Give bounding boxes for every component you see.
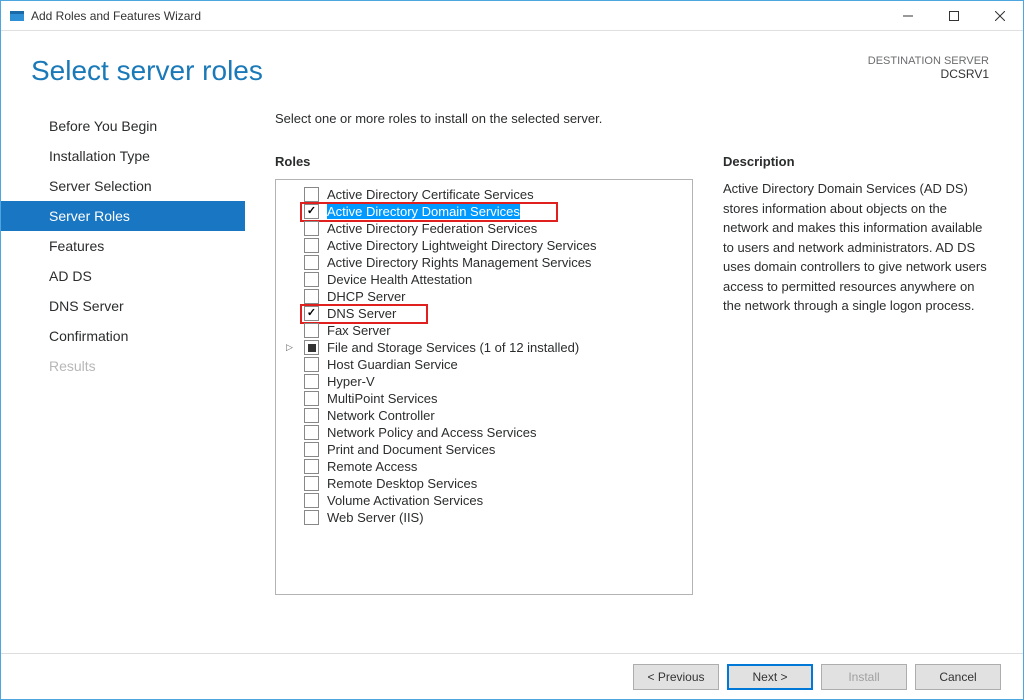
role-label: Hyper-V <box>327 374 375 389</box>
checkbox[interactable] <box>304 391 319 406</box>
checkbox[interactable] <box>304 357 319 372</box>
checkbox[interactable] <box>304 289 319 304</box>
role-label: Fax Server <box>327 323 391 338</box>
role-label: Web Server (IIS) <box>327 510 424 525</box>
next-button[interactable]: Next > <box>727 664 813 690</box>
checkbox[interactable] <box>304 510 319 525</box>
sidebar-item-results: Results <box>1 351 245 381</box>
role-item[interactable]: DHCP Server <box>278 288 690 305</box>
role-item[interactable]: DNS Server <box>278 305 690 322</box>
instruction: Select one or more roles to install on t… <box>275 111 1005 126</box>
roles-box: Active Directory Certificate Services Act… <box>275 179 693 595</box>
role-label: File and Storage Services (1 of 12 insta… <box>327 340 579 355</box>
checkbox[interactable] <box>304 442 319 457</box>
role-item[interactable]: Active Directory Lightweight Directory S… <box>278 237 690 254</box>
role-label: Remote Desktop Services <box>327 476 477 491</box>
role-label: DNS Server <box>327 306 396 321</box>
role-label: DHCP Server <box>327 289 406 304</box>
cancel-button[interactable]: Cancel <box>915 664 1001 690</box>
role-label: Print and Document Services <box>327 442 495 457</box>
role-item[interactable]: Remote Desktop Services <box>278 475 690 492</box>
role-item[interactable]: Active Directory Domain Services <box>278 203 690 220</box>
description-column: Description Active Directory Domain Serv… <box>723 154 993 653</box>
minimize-button[interactable] <box>885 1 931 31</box>
role-item[interactable]: MultiPoint Services <box>278 390 690 407</box>
checkbox[interactable] <box>304 476 319 491</box>
role-item[interactable]: Host Guardian Service <box>278 356 690 373</box>
checkbox[interactable] <box>304 238 319 253</box>
sidebar-item-ad-ds[interactable]: AD DS <box>1 261 245 291</box>
role-label: Active Directory Certificate Services <box>327 187 534 202</box>
install-button: Install <box>821 664 907 690</box>
roles-heading: Roles <box>275 154 693 169</box>
close-button[interactable] <box>977 1 1023 31</box>
sidebar-item-server-roles[interactable]: Server Roles <box>1 201 245 231</box>
checkbox[interactable] <box>304 204 319 219</box>
role-item[interactable]: Active Directory Rights Management Servi… <box>278 254 690 271</box>
roles-list[interactable]: Active Directory Certificate Services Act… <box>276 180 692 594</box>
description-text: Active Directory Domain Services (AD DS)… <box>723 179 993 316</box>
columns: Roles Active Directory Certificate Servi… <box>275 154 1005 653</box>
checkbox[interactable] <box>304 374 319 389</box>
expand-icon[interactable]: ▷ <box>286 342 293 353</box>
role-item[interactable]: Web Server (IIS) <box>278 509 690 526</box>
role-label: Active Directory Federation Services <box>327 221 537 236</box>
role-item[interactable]: Fax Server <box>278 322 690 339</box>
role-label: Host Guardian Service <box>327 357 458 372</box>
checkbox[interactable] <box>304 408 319 423</box>
checkbox[interactable] <box>304 306 319 321</box>
sidebar-item-confirmation[interactable]: Confirmation <box>1 321 245 351</box>
roles-column: Roles Active Directory Certificate Servi… <box>275 154 693 653</box>
role-item[interactable]: Remote Access <box>278 458 690 475</box>
role-label: Network Policy and Access Services <box>327 425 537 440</box>
role-label: Remote Access <box>327 459 417 474</box>
role-label: Active Directory Lightweight Directory S… <box>327 238 596 253</box>
maximize-button[interactable] <box>931 1 977 31</box>
checkbox[interactable] <box>304 323 319 338</box>
role-label: Network Controller <box>327 408 435 423</box>
role-item[interactable]: Print and Document Services <box>278 441 690 458</box>
main: Select one or more roles to install on t… <box>245 105 1023 653</box>
role-item[interactable]: Device Health Attestation <box>278 271 690 288</box>
destination-label: DESTINATION SERVER <box>868 55 989 67</box>
checkbox[interactable] <box>304 187 319 202</box>
sidebar-item-before-you-begin[interactable]: Before You Begin <box>1 111 245 141</box>
role-item[interactable]: Hyper-V <box>278 373 690 390</box>
role-label: Active Directory Rights Management Servi… <box>327 255 591 270</box>
wizard-window: Add Roles and Features Wizard Select ser… <box>0 0 1024 700</box>
role-item[interactable]: Active Directory Certificate Services <box>278 186 690 203</box>
page-title: Select server roles <box>31 55 263 87</box>
role-item[interactable]: Network Policy and Access Services <box>278 424 690 441</box>
sidebar: Before You BeginInstallation TypeServer … <box>1 105 245 653</box>
checkbox[interactable] <box>304 272 319 287</box>
description-heading: Description <box>723 154 993 169</box>
window-title: Add Roles and Features Wizard <box>31 9 201 23</box>
checkbox[interactable] <box>304 340 319 355</box>
titlebar: Add Roles and Features Wizard <box>1 1 1023 31</box>
destination-block: DESTINATION SERVER DCSRV1 <box>868 55 989 87</box>
checkbox[interactable] <box>304 493 319 508</box>
role-item[interactable]: Volume Activation Services <box>278 492 690 509</box>
destination-value: DCSRV1 <box>868 67 989 81</box>
sidebar-item-server-selection[interactable]: Server Selection <box>1 171 245 201</box>
checkbox[interactable] <box>304 425 319 440</box>
footer: < Previous Next > Install Cancel <box>1 653 1023 699</box>
checkbox[interactable] <box>304 255 319 270</box>
body: Before You BeginInstallation TypeServer … <box>1 105 1023 653</box>
previous-button[interactable]: < Previous <box>633 664 719 690</box>
role-item[interactable]: ▷ File and Storage Services (1 of 12 inst… <box>278 339 690 356</box>
role-label: Volume Activation Services <box>327 493 483 508</box>
header: Select server roles DESTINATION SERVER D… <box>1 31 1023 105</box>
sidebar-item-features[interactable]: Features <box>1 231 245 261</box>
sidebar-item-installation-type[interactable]: Installation Type <box>1 141 245 171</box>
role-item[interactable]: Network Controller <box>278 407 690 424</box>
role-item[interactable]: Active Directory Federation Services <box>278 220 690 237</box>
app-icon <box>9 8 25 24</box>
role-label: Active Directory Domain Services <box>327 204 520 219</box>
role-label: MultiPoint Services <box>327 391 438 406</box>
checkbox[interactable] <box>304 459 319 474</box>
role-label: Device Health Attestation <box>327 272 472 287</box>
checkbox[interactable] <box>304 221 319 236</box>
sidebar-item-dns-server[interactable]: DNS Server <box>1 291 245 321</box>
